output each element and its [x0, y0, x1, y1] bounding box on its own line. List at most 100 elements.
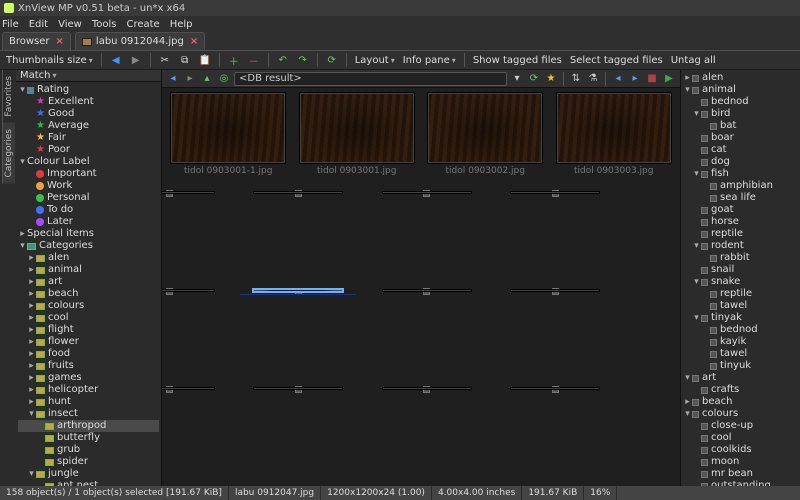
thumbnail[interactable]: tidol 0903003.jpg: [552, 92, 677, 186]
tree-item[interactable]: ▾jungle: [18, 468, 159, 480]
thumbnail[interactable]: labu 0912047.jpg: [295, 288, 302, 295]
filter-tree[interactable]: ▾Rating★Excellent★Good★Average★Fair★Poor…: [16, 82, 161, 486]
tree-item[interactable]: ★Fair: [18, 132, 159, 144]
tree-item[interactable]: ▸colours: [18, 300, 159, 312]
tab-browser[interactable]: Browser ×: [2, 32, 71, 50]
tree-item[interactable]: close-up: [683, 420, 798, 432]
thumbnails-size-menu[interactable]: Thumbnails size▾: [4, 55, 95, 66]
tree-item[interactable]: bednod: [683, 324, 798, 336]
tree-item[interactable]: coolkids: [683, 444, 798, 456]
tree-item[interactable]: dog: [683, 156, 798, 168]
tree-item[interactable]: ▸alen: [18, 252, 159, 264]
address-field[interactable]: <DB result>: [234, 72, 507, 86]
tree-item[interactable]: ▸fruits: [18, 360, 159, 372]
tree-item[interactable]: butterfly: [18, 432, 159, 444]
untag-all-button[interactable]: Untag all: [669, 55, 718, 66]
thumbnail[interactable]: tidol 0903002.jpg: [423, 92, 548, 186]
tree-item[interactable]: Personal: [18, 192, 159, 204]
select-tagged-button[interactable]: Select tagged files: [568, 55, 665, 66]
tree-item[interactable]: ▸hunt: [18, 396, 159, 408]
tree-item[interactable]: ▸animal: [18, 264, 159, 276]
side-tab-favorites[interactable]: Favorites: [2, 70, 15, 123]
refresh-button[interactable]: ⟳: [324, 52, 340, 68]
tree-item[interactable]: tawel: [683, 348, 798, 360]
tree-item[interactable]: ▸flight: [18, 324, 159, 336]
tree-item[interactable]: moon: [683, 456, 798, 468]
thumbnail[interactable]: tidol 0903004.jpg: [166, 190, 173, 197]
sort-icon[interactable]: ⇅: [569, 72, 583, 86]
tree-item[interactable]: Later: [18, 216, 159, 228]
tree-item[interactable]: bat: [683, 120, 798, 132]
tree-item[interactable]: ▸games: [18, 372, 159, 384]
tree-item[interactable]: ▾Colour Label: [18, 156, 159, 168]
tree-item[interactable]: ▸helicopter: [18, 384, 159, 396]
tree-item[interactable]: ▾insect: [18, 408, 159, 420]
stop-icon[interactable]: ■: [645, 72, 659, 86]
menu-edit[interactable]: Edit: [29, 19, 48, 30]
tree-item[interactable]: ▾snake: [683, 276, 798, 288]
thumbnail[interactable]: [295, 386, 302, 393]
thumbnail[interactable]: [166, 386, 173, 393]
thumbnail[interactable]: [552, 386, 559, 393]
tree-item[interactable]: ▸food: [18, 348, 159, 360]
tree-item[interactable]: ▸beach: [18, 288, 159, 300]
tree-item[interactable]: ▾rodent: [683, 240, 798, 252]
info-pane-menu[interactable]: Info pane▾: [401, 55, 458, 66]
tree-item[interactable]: ▸cool: [18, 312, 159, 324]
nav-fwd-button[interactable]: ▶: [128, 52, 144, 68]
thumbnail[interactable]: labu 0912046.jpg: [166, 288, 173, 295]
thumbnail[interactable]: tidol 0903001.jpg: [295, 92, 420, 186]
tree-item[interactable]: cat: [683, 144, 798, 156]
next-file-icon[interactable]: ▸: [628, 72, 642, 86]
tree-item[interactable]: goat: [683, 204, 798, 216]
tree-item[interactable]: tinyuk: [683, 360, 798, 372]
tree-item[interactable]: bednod: [683, 96, 798, 108]
show-tagged-button[interactable]: Show tagged files: [471, 55, 564, 66]
rotate-right-button[interactable]: ↷: [295, 52, 311, 68]
cut-button[interactable]: ✂: [157, 52, 173, 68]
address-drop-icon[interactable]: ▾: [510, 72, 524, 86]
tree-item[interactable]: grub: [18, 444, 159, 456]
tree-item[interactable]: outstanding: [683, 480, 798, 486]
left-panel-header[interactable]: Match▾: [16, 70, 161, 82]
nav-fwd-icon[interactable]: ▸: [183, 72, 197, 86]
menu-file[interactable]: File: [2, 19, 19, 30]
tree-item[interactable]: ▾animal: [683, 84, 798, 96]
tree-item[interactable]: ▾tinyak: [683, 312, 798, 324]
tree-item[interactable]: arthropod: [18, 420, 159, 432]
tree-item[interactable]: Important: [18, 168, 159, 180]
prev-file-icon[interactable]: ◂: [611, 72, 625, 86]
tree-item[interactable]: reptile: [683, 288, 798, 300]
nav-up-icon[interactable]: ▴: [200, 72, 214, 86]
filter-icon[interactable]: ⚗: [586, 72, 600, 86]
thumbnail[interactable]: tidol 0903001-1.jpg: [166, 92, 291, 186]
tree-item[interactable]: ▾art: [683, 372, 798, 384]
nav-back-icon[interactable]: ◂: [166, 72, 180, 86]
play-icon[interactable]: ▶: [662, 72, 676, 86]
tree-item[interactable]: reptile: [683, 228, 798, 240]
tree-item[interactable]: tawel: [683, 300, 798, 312]
tree-item[interactable]: snail: [683, 264, 798, 276]
thumbnail[interactable]: labu 0912044.jpg: [423, 190, 430, 197]
menu-create[interactable]: Create: [126, 19, 159, 30]
tree-item[interactable]: ▸Special items: [18, 228, 159, 240]
category-tree[interactable]: ▸alen▾animalbednod▾birdbatboarcatdog▾fis…: [681, 70, 800, 486]
tree-item[interactable]: amphibian: [683, 180, 798, 192]
tree-item[interactable]: boar: [683, 132, 798, 144]
thumbnail[interactable]: labu 0912043.jpg: [295, 190, 302, 197]
thumbnail[interactable]: labu 0912049.jpg: [552, 288, 559, 295]
zoom-in-button[interactable]: ＋: [226, 52, 242, 68]
thumbnail[interactable]: labu 0912048.jpg: [423, 288, 430, 295]
copy-button[interactable]: ⧉: [177, 52, 193, 68]
tree-item[interactable]: To do: [18, 204, 159, 216]
tree-item[interactable]: crafts: [683, 384, 798, 396]
tree-item[interactable]: mr bean: [683, 468, 798, 480]
tree-item[interactable]: ▾Rating: [18, 84, 159, 96]
tree-item[interactable]: Work: [18, 180, 159, 192]
close-icon[interactable]: ×: [190, 36, 198, 47]
tree-item[interactable]: ▾colours: [683, 408, 798, 420]
tree-item[interactable]: cool: [683, 432, 798, 444]
tree-item[interactable]: ★Good: [18, 108, 159, 120]
side-tab-categories[interactable]: Categories: [2, 123, 15, 184]
tree-item[interactable]: ▸flower: [18, 336, 159, 348]
